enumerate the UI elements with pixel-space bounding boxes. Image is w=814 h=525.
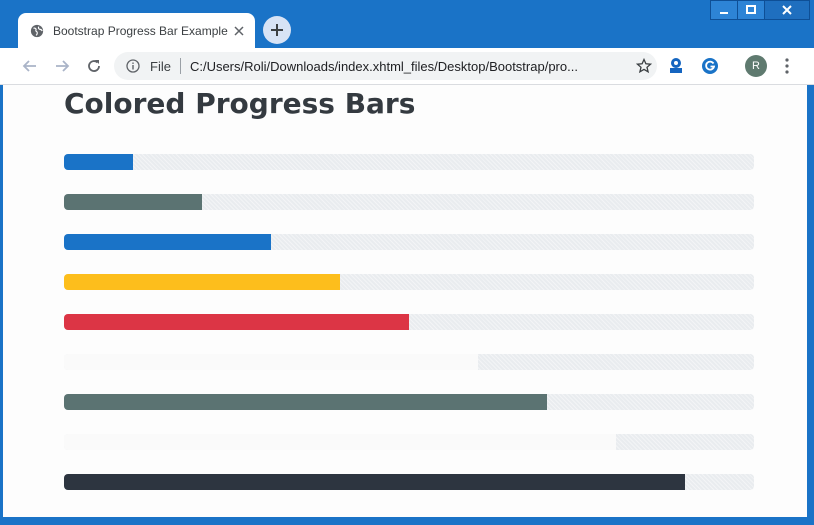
- progress-bar-fill: [64, 474, 685, 490]
- tab-close-icon[interactable]: [231, 23, 247, 39]
- progress-bar-fill: [64, 434, 616, 450]
- info-icon[interactable]: [126, 59, 140, 73]
- new-tab-button[interactable]: [263, 16, 291, 44]
- reload-button[interactable]: [84, 56, 104, 76]
- globe-icon: [30, 24, 44, 37]
- bookmark-star-icon[interactable]: [635, 58, 652, 74]
- window-controls: [710, 0, 810, 20]
- maximize-icon: [746, 5, 756, 14]
- arrow-left-icon: [22, 60, 36, 72]
- progress-bar-fill: [64, 234, 271, 250]
- address-scheme-label: File: [150, 58, 171, 74]
- forward-button[interactable]: [52, 56, 72, 76]
- maximize-button[interactable]: [737, 0, 765, 20]
- close-icon: [782, 5, 792, 15]
- progress-bar-fill: [64, 154, 133, 170]
- address-divider: [179, 58, 181, 74]
- browser-toolbar: File C:/Users/Roli/Downloads/index.xhtml…: [0, 48, 814, 85]
- minimize-icon: [720, 12, 728, 14]
- progress-bar-fill: [64, 354, 478, 370]
- arrow-right-icon: [56, 60, 70, 72]
- tab-active[interactable]: Bootstrap Progress Bar Example: [18, 13, 255, 48]
- page-viewport: Colored Progress Bars: [3, 85, 807, 517]
- url-text[interactable]: C:/Users/Roli/Downloads/index.xhtml_file…: [190, 59, 622, 74]
- progress-track: [64, 354, 754, 370]
- address-bar[interactable]: File C:/Users/Roli/Downloads/index.xhtml…: [114, 52, 657, 80]
- progress-track: [64, 194, 754, 210]
- extension-badge-icon: [670, 58, 682, 73]
- profile-avatar[interactable]: R: [745, 55, 767, 77]
- progress-track: [64, 234, 754, 250]
- extension-button-2[interactable]: [701, 57, 719, 75]
- plus-icon: [271, 24, 283, 36]
- progress-bar-fill: [64, 394, 547, 410]
- close-window-button[interactable]: [764, 0, 810, 20]
- back-button[interactable]: [20, 56, 40, 76]
- progress-track: [64, 154, 754, 170]
- progress-bar-fill: [64, 194, 202, 210]
- tab-strip: Bootstrap Progress Bar Example: [0, 0, 814, 48]
- tab-title: Bootstrap Progress Bar Example: [53, 23, 228, 38]
- page-title: Colored Progress Bars: [64, 87, 416, 120]
- progress-bar-fill: [64, 274, 340, 290]
- minimize-button[interactable]: [710, 0, 738, 20]
- extension-button-1[interactable]: [667, 57, 685, 75]
- progress-bar-fill: [64, 314, 409, 330]
- grammarly-g-icon: [702, 58, 718, 74]
- progress-track: [64, 474, 754, 490]
- progress-track: [64, 274, 754, 290]
- progress-track: [64, 314, 754, 330]
- browser-menu-button[interactable]: [780, 57, 794, 75]
- progress-track: [64, 434, 754, 450]
- reload-icon: [88, 60, 100, 72]
- browser-window: Bootstrap Progress Bar Example File C:/U…: [0, 0, 814, 525]
- progress-bar-list: [64, 154, 754, 514]
- kebab-menu-icon: [785, 58, 789, 74]
- progress-track: [64, 394, 754, 410]
